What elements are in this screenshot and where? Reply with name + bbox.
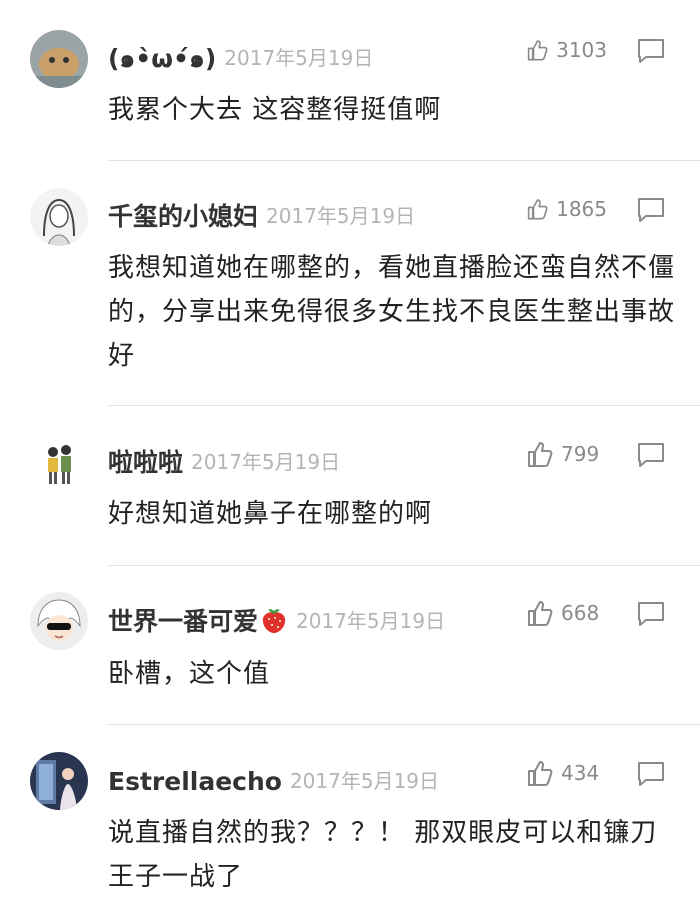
like-button[interactable]: 799 xyxy=(527,438,607,470)
divider xyxy=(108,565,700,566)
username[interactable]: 世界一番可爱 2017年5月19日 xyxy=(108,604,445,638)
like-button[interactable]: 434 xyxy=(527,757,607,789)
avatar[interactable] xyxy=(30,432,88,490)
comment-text: 我累个大去 这容整得挺值啊 xyxy=(108,95,442,125)
thumbs-up-icon xyxy=(527,40,548,61)
comment-date: 2017年5月19日 xyxy=(266,204,416,228)
divider xyxy=(108,160,700,161)
like-count: 799 xyxy=(561,442,600,466)
avatar[interactable] xyxy=(30,592,88,650)
like-count: 1865 xyxy=(556,197,607,221)
avatar[interactable] xyxy=(30,188,88,246)
avatar[interactable] xyxy=(30,30,88,88)
comment-bubble-icon[interactable] xyxy=(637,601,665,627)
username[interactable]: 千玺的小媳妇 2017年5月19日 xyxy=(108,200,415,233)
username[interactable]: Estrellaecho 2017年5月19日 xyxy=(108,765,439,798)
comment-bubble-icon[interactable] xyxy=(637,761,665,787)
username-text: (๑•̀ω•́๑) xyxy=(108,44,217,73)
username[interactable]: 啦啦啦 2017年5月19日 xyxy=(108,446,340,479)
username-text: 啦啦啦 xyxy=(108,448,184,477)
like-button[interactable]: 1865 xyxy=(527,193,607,225)
like-count: 668 xyxy=(561,601,600,625)
comment-date: 2017年5月19日 xyxy=(289,769,440,793)
comment-bubble-icon[interactable] xyxy=(637,38,665,64)
avatar[interactable] xyxy=(30,752,88,810)
like-button[interactable]: 668 xyxy=(527,597,607,629)
thumbs-up-icon xyxy=(527,199,548,220)
like-count: 3103 xyxy=(556,38,607,62)
like-button[interactable]: 3103 xyxy=(527,34,607,66)
comment-text: 好想知道她鼻子在哪整的啊 xyxy=(108,499,433,529)
username-text: 千玺的小媳妇 xyxy=(108,202,259,231)
comment-bubble-icon[interactable] xyxy=(637,197,665,223)
comment-text: 说直播自然的我？？？！ 那双眼皮可以和镰刀王子一战了 xyxy=(108,818,658,892)
username-text: Estrellaecho xyxy=(108,767,282,796)
comment-date: 2017年5月19日 xyxy=(224,46,374,70)
comment-text: 我想知道她在哪整的，看她直播脸还蛮自然不僵的，分享出来免得很多女生找不良医生整出… xyxy=(108,253,676,371)
like-count: 434 xyxy=(561,761,600,785)
comment-text: 卧槽，这个值 xyxy=(108,659,271,689)
divider xyxy=(108,724,700,725)
comment-date: 2017年5月19日 xyxy=(191,450,341,474)
comment-bubble-icon[interactable] xyxy=(637,442,665,468)
thumbs-up-icon xyxy=(528,601,553,626)
username-text: 世界一番可爱 xyxy=(108,607,259,636)
comment-date: 2017年5月19日 xyxy=(296,609,446,633)
divider xyxy=(108,405,700,406)
thumbs-up-icon xyxy=(528,442,553,467)
strawberry-icon xyxy=(262,609,286,633)
thumbs-up-icon xyxy=(528,761,553,786)
username[interactable]: (๑•̀ω•́๑) 2017年5月19日 xyxy=(108,42,373,75)
